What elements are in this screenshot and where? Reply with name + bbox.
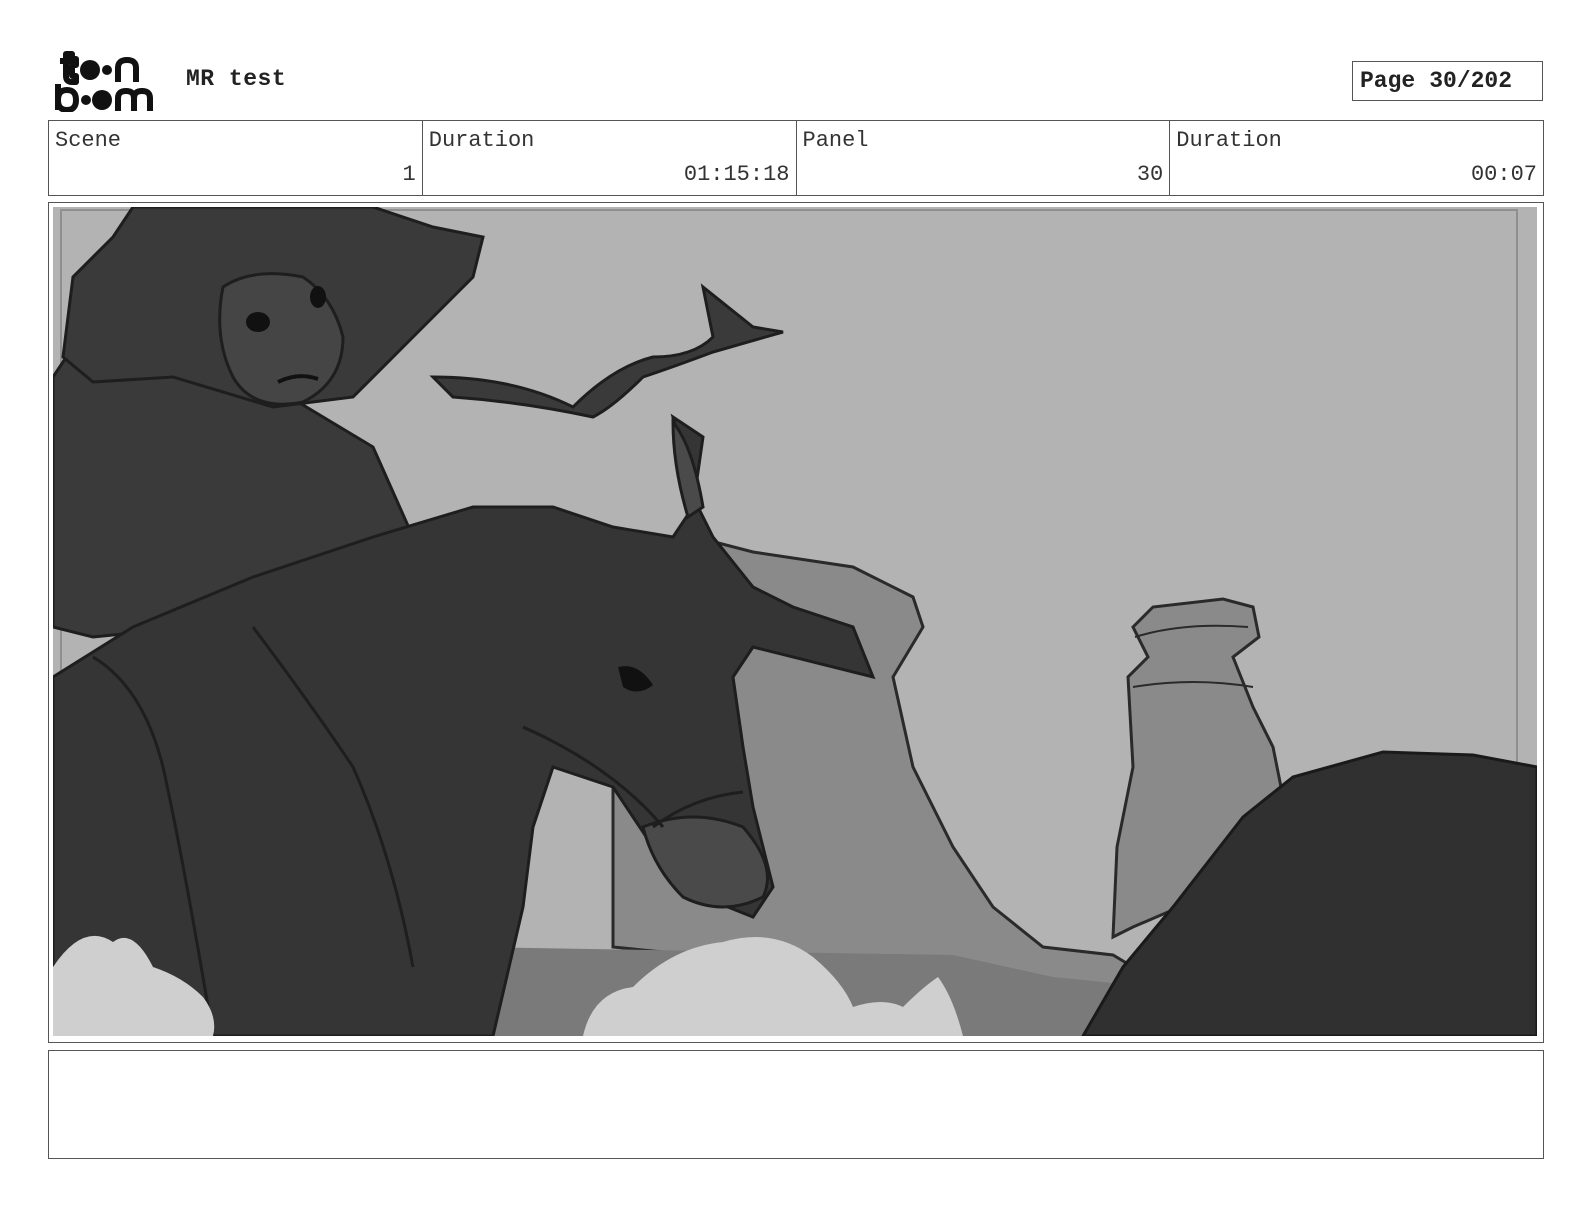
scene-duration-value: 01:15:18 [683,162,790,187]
panel-label: Panel [802,128,869,153]
action-notes-box [48,1050,1544,1159]
page-label: Page [1360,68,1416,94]
scene-value: 1 [402,162,416,187]
rider-eye-left [246,312,270,332]
panel-duration-value: 00:07 [1470,162,1537,187]
project-title: MR test [186,66,287,92]
panel-value: 30 [1136,162,1164,187]
panel-duration-cell: Duration 00:07 [1170,121,1543,195]
scene-label: Scene [55,128,122,153]
panel-info-row: Scene 1 Duration 01:15:18 Panel 30 Durat… [48,120,1544,196]
storyboard-sketch [53,207,1537,1036]
panel-image [53,207,1537,1036]
scene-duration-cell: Duration 01:15:18 [423,121,797,195]
panel-cell: Panel 30 [797,121,1171,195]
panel-frame [48,202,1544,1043]
page-indicator: Page 30/202 [1352,61,1543,101]
rider-eye-right [310,286,326,308]
page-number: 30/202 [1429,68,1513,94]
toon-boom-logo [55,51,153,112]
panel-duration-label: Duration [1176,128,1282,153]
scene-cell: Scene 1 [49,121,423,195]
scene-duration-label: Duration [428,128,535,153]
